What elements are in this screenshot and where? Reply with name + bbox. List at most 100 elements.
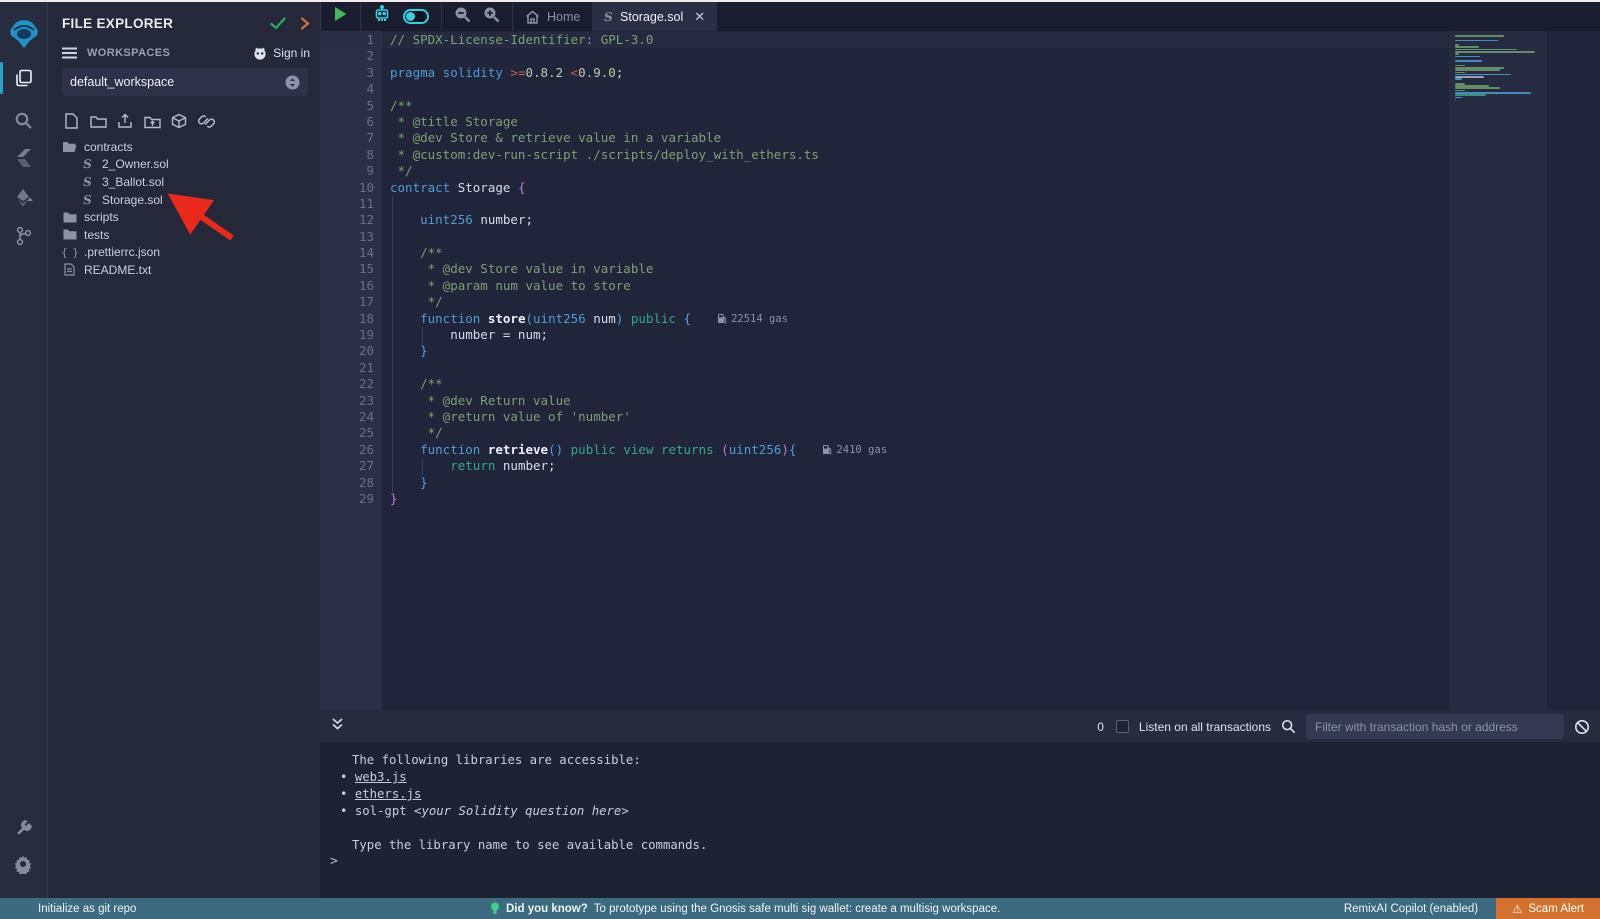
code-text: */	[374, 163, 413, 179]
code-text: * @dev Store & retrieve value in a varia…	[374, 130, 721, 146]
tree-item-label: README.txt	[84, 263, 151, 277]
terminal-header: 0 Listen on all transactions	[320, 711, 1600, 742]
line-number: 16	[320, 278, 374, 294]
scam-alert-button[interactable]: ⚠ Scam Alert	[1496, 898, 1600, 919]
warning-icon: ⚠	[1512, 902, 1522, 916]
code-text: }	[374, 343, 428, 359]
tree-item-2-owner-sol[interactable]: S2_Owner.sol	[48, 156, 321, 174]
link-icon[interactable]	[197, 112, 215, 130]
remixai-robot-icon[interactable]	[373, 5, 391, 28]
remix-logo[interactable]	[0, 14, 47, 56]
tree-item--prettierrc-json[interactable]: { } .prettierrc.json	[48, 244, 321, 262]
tab-storage-sol[interactable]: S Storage.sol ✕	[592, 2, 717, 31]
upload-folder-icon[interactable]	[143, 112, 161, 130]
git-init-button[interactable]: Initialize as git repo	[0, 903, 136, 915]
copilot-status[interactable]: RemixAI Copilot (enabled)	[1344, 903, 1478, 915]
terminal-prompt: >	[330, 854, 338, 869]
settings-gear-icon[interactable]	[0, 846, 47, 882]
indent-guide	[392, 196, 393, 492]
code-line-14: 14 /**	[320, 245, 1600, 261]
expand-terminal-icon[interactable]	[320, 717, 344, 736]
line-number: 11	[320, 196, 374, 212]
line-number: 7	[320, 130, 374, 146]
code-line-3: 3pragma solidity >=0.8.2 <0.9.0;	[320, 65, 1600, 81]
panel-title: FILE EXPLORER	[62, 16, 270, 31]
code-text: * @param num value to store	[374, 278, 631, 294]
code-text: /**	[374, 245, 443, 261]
code-line-15: 15 * @dev Store value in variable	[320, 261, 1600, 277]
line-number: 6	[320, 114, 374, 130]
code-text: * @dev Store value in variable	[374, 261, 653, 277]
json-icon: { }	[62, 246, 77, 259]
code-line-19: 19 number = num;	[320, 327, 1600, 343]
check-icon	[270, 17, 286, 30]
code-line-4: 4	[320, 81, 1600, 97]
import-box-icon[interactable]	[170, 112, 188, 130]
line-number: 2	[320, 48, 374, 64]
git-icon[interactable]	[0, 218, 47, 254]
tree-item-contracts[interactable]: contracts	[48, 138, 321, 156]
code-line-22: 22 /**	[320, 376, 1600, 392]
code-line-23: 23 * @dev Return value	[320, 393, 1600, 409]
code-text: */	[374, 425, 443, 441]
line-number: 21	[320, 360, 374, 376]
close-tab-icon[interactable]: ✕	[694, 9, 705, 25]
upload-file-icon[interactable]	[116, 112, 134, 130]
workspace-sort-icon	[285, 75, 300, 90]
tree-item-label: 3_Ballot.sol	[102, 175, 164, 189]
terminal[interactable]: The following libraries are accessible:•…	[320, 742, 1600, 898]
terminal-link[interactable]: ethers.js	[355, 787, 422, 801]
listen-label: Listen on all transactions	[1139, 720, 1271, 734]
file-explorer-icon[interactable]	[0, 60, 47, 96]
filter-input[interactable]	[1306, 714, 1564, 739]
code-line-1: 1// SPDX-License-Identifier: GPL-3.0	[320, 32, 1600, 48]
code-editor[interactable]: 1// SPDX-License-Identifier: GPL-3.023pr…	[320, 31, 1600, 711]
tree-item-label: scripts	[84, 210, 119, 224]
file-icon	[62, 263, 77, 276]
gas-estimate: 2410 gas	[822, 442, 887, 458]
sign-in-button[interactable]: Sign in	[252, 46, 310, 60]
code-text	[374, 229, 390, 245]
tree-item-readme-txt[interactable]: README.txt	[48, 261, 321, 279]
line-number: 14	[320, 245, 374, 261]
terminal-line: Type the library name to see available c…	[352, 837, 707, 854]
activity-bar	[0, 2, 47, 898]
search-icon[interactable]	[0, 102, 47, 138]
github-icon	[252, 46, 268, 60]
tab-home[interactable]: Home	[513, 2, 592, 31]
new-folder-icon[interactable]	[89, 112, 107, 130]
line-number: 23	[320, 393, 374, 409]
workspace-select[interactable]: default_workspace	[62, 68, 308, 96]
code-text: */	[374, 294, 443, 310]
code-line-10: 10contract Storage {	[320, 180, 1600, 196]
new-file-icon[interactable]	[62, 112, 80, 130]
code-text: return number;	[374, 458, 556, 474]
code-text	[374, 48, 390, 64]
copilot-toggle[interactable]	[403, 9, 429, 24]
plugin-manager-icon[interactable]	[0, 808, 47, 844]
code-text: uint256 number;	[374, 212, 533, 228]
terminal-line: • sol-gpt <your Solidity question here>	[352, 803, 707, 820]
code-line-21: 21	[320, 360, 1600, 376]
listen-checkbox[interactable]	[1116, 720, 1129, 733]
play-button[interactable]	[333, 6, 348, 27]
file-explorer-panel: FILE EXPLORER WORKSPACES Sign in default…	[47, 2, 320, 898]
chevron-right-icon[interactable]	[298, 17, 312, 30]
code-line-5: 5/**	[320, 98, 1600, 114]
deploy-run-icon[interactable]	[0, 180, 47, 216]
zoom-in-icon[interactable]	[483, 6, 500, 28]
sol-icon: S	[80, 175, 95, 189]
line-number: 12	[320, 212, 374, 228]
gas-estimate: 22514 gas	[717, 311, 788, 327]
line-number: 8	[320, 147, 374, 163]
tree-item-label: tests	[84, 228, 109, 242]
zoom-out-icon[interactable]	[454, 6, 471, 28]
code-text	[374, 360, 390, 376]
block-icon[interactable]	[1574, 719, 1590, 735]
solidity-compiler-icon[interactable]	[0, 140, 47, 176]
tree-item-label: .prettierrc.json	[84, 245, 160, 259]
hamburger-menu-icon[interactable]	[62, 47, 77, 59]
terminal-link[interactable]: web3.js	[355, 770, 407, 784]
did-you-know-tip: Did you know? To prototype using the Gno…	[490, 902, 1000, 916]
main-area: Home S Storage.sol ✕ 1// SPDX-License-Id…	[320, 2, 1600, 898]
